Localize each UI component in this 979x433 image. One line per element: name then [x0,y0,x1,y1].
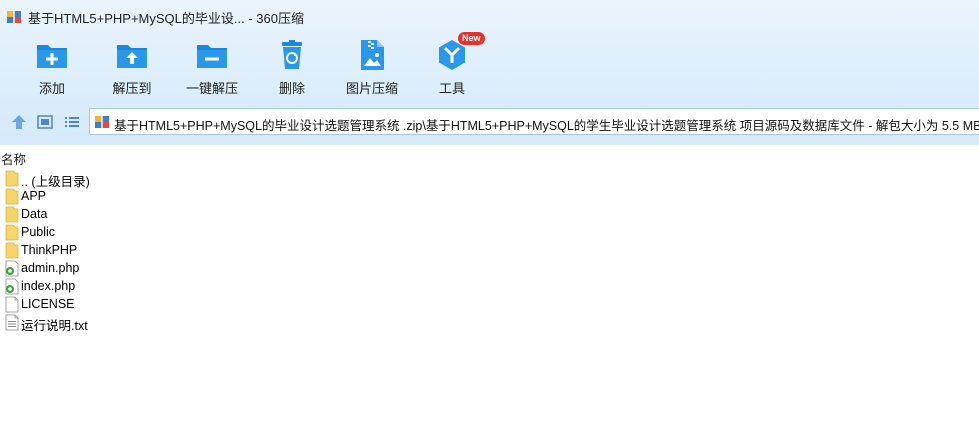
file-name: APP [21,189,47,203]
column-header-name: 名称 [1,153,27,167]
add-label: 添加 [38,81,65,96]
one-click-extract-icon [197,45,227,68]
delete-icon [282,40,302,69]
list-view-icon[interactable] [63,113,81,131]
new-badge: New [458,32,485,45]
path-bar[interactable]: 基于HTML5+PHP+MySQL的毕业设计选题管理系统 .zip\基于HTML… [89,108,979,135]
one-click-extract-button[interactable]: 一键解压 [174,36,250,98]
tools-label: 工具 [438,81,465,96]
folder-icon [5,170,19,187]
blank-file-icon [5,296,19,313]
file-name: 运行说明.txt [21,319,88,333]
file-name: index.php [21,279,76,293]
php-file-icon [5,260,19,277]
file-name: ThinkPHP [21,243,78,257]
file-name: Public [21,225,56,239]
add-icon [37,45,67,68]
image-compress-icon [361,40,384,70]
up-arrow-icon[interactable] [10,113,28,131]
column-header[interactable]: 名称 [0,146,979,167]
image-compress-label: 图片压缩 [345,81,398,96]
list-item-readme-txt[interactable]: 运行说明.txt [0,314,979,333]
extract-to-button[interactable]: 解压到 [94,36,170,98]
list-item-admin-php[interactable]: admin.php [0,260,979,278]
folder-icon [5,206,19,223]
list-item-parent-dir[interactable]: .. (上级目录) [0,170,979,189]
toolbar: 添加 解压到 一键解压 删除 图片压缩 New 工具 [0,32,979,102]
window-title: 基于HTML5+PHP+MySQL的毕业设... - 360压缩 [28,11,304,26]
folder-icon [5,242,19,259]
list-item-license[interactable]: LICENSE [0,296,979,314]
file-list: .. (上级目录) APP Data Public ThinkPHP admin… [0,170,979,333]
add-button[interactable]: 添加 [14,36,90,98]
archive-app-icon [7,11,21,23]
extract-to-label: 解压到 [112,81,152,96]
list-item-app[interactable]: APP [0,188,979,206]
extract-to-icon [117,45,147,68]
image-compress-button[interactable]: 图片压缩 [334,36,410,98]
tools-button[interactable]: New 工具 [414,32,490,98]
window-chrome: 基于HTML5+PHP+MySQL的毕业设... - 360压缩 添加 解压到 [0,0,979,145]
path-text: 基于HTML5+PHP+MySQL的毕业设计选题管理系统 .zip\基于HTML… [114,119,979,133]
thumbnail-view-icon[interactable] [36,113,54,131]
list-item-index-php[interactable]: index.php [0,278,979,296]
list-item-public[interactable]: Public [0,224,979,242]
folder-icon [5,224,19,241]
folder-icon [5,188,19,205]
zip-archive-icon [95,116,109,128]
navigation-bar: 基于HTML5+PHP+MySQL的毕业设计选题管理系统 .zip\基于HTML… [0,107,979,137]
file-name: Data [21,207,48,221]
php-file-icon [5,278,19,295]
text-file-icon [5,314,19,331]
file-name: LICENSE [21,297,75,311]
title-bar: 基于HTML5+PHP+MySQL的毕业设... - 360压缩 [0,0,979,32]
one-click-extract-label: 一键解压 [185,81,238,96]
delete-button[interactable]: 删除 [254,36,330,98]
file-name: admin.php [21,261,80,275]
list-item-data[interactable]: Data [0,206,979,224]
delete-label: 删除 [278,81,305,96]
list-item-thinkphp[interactable]: ThinkPHP [0,242,979,260]
